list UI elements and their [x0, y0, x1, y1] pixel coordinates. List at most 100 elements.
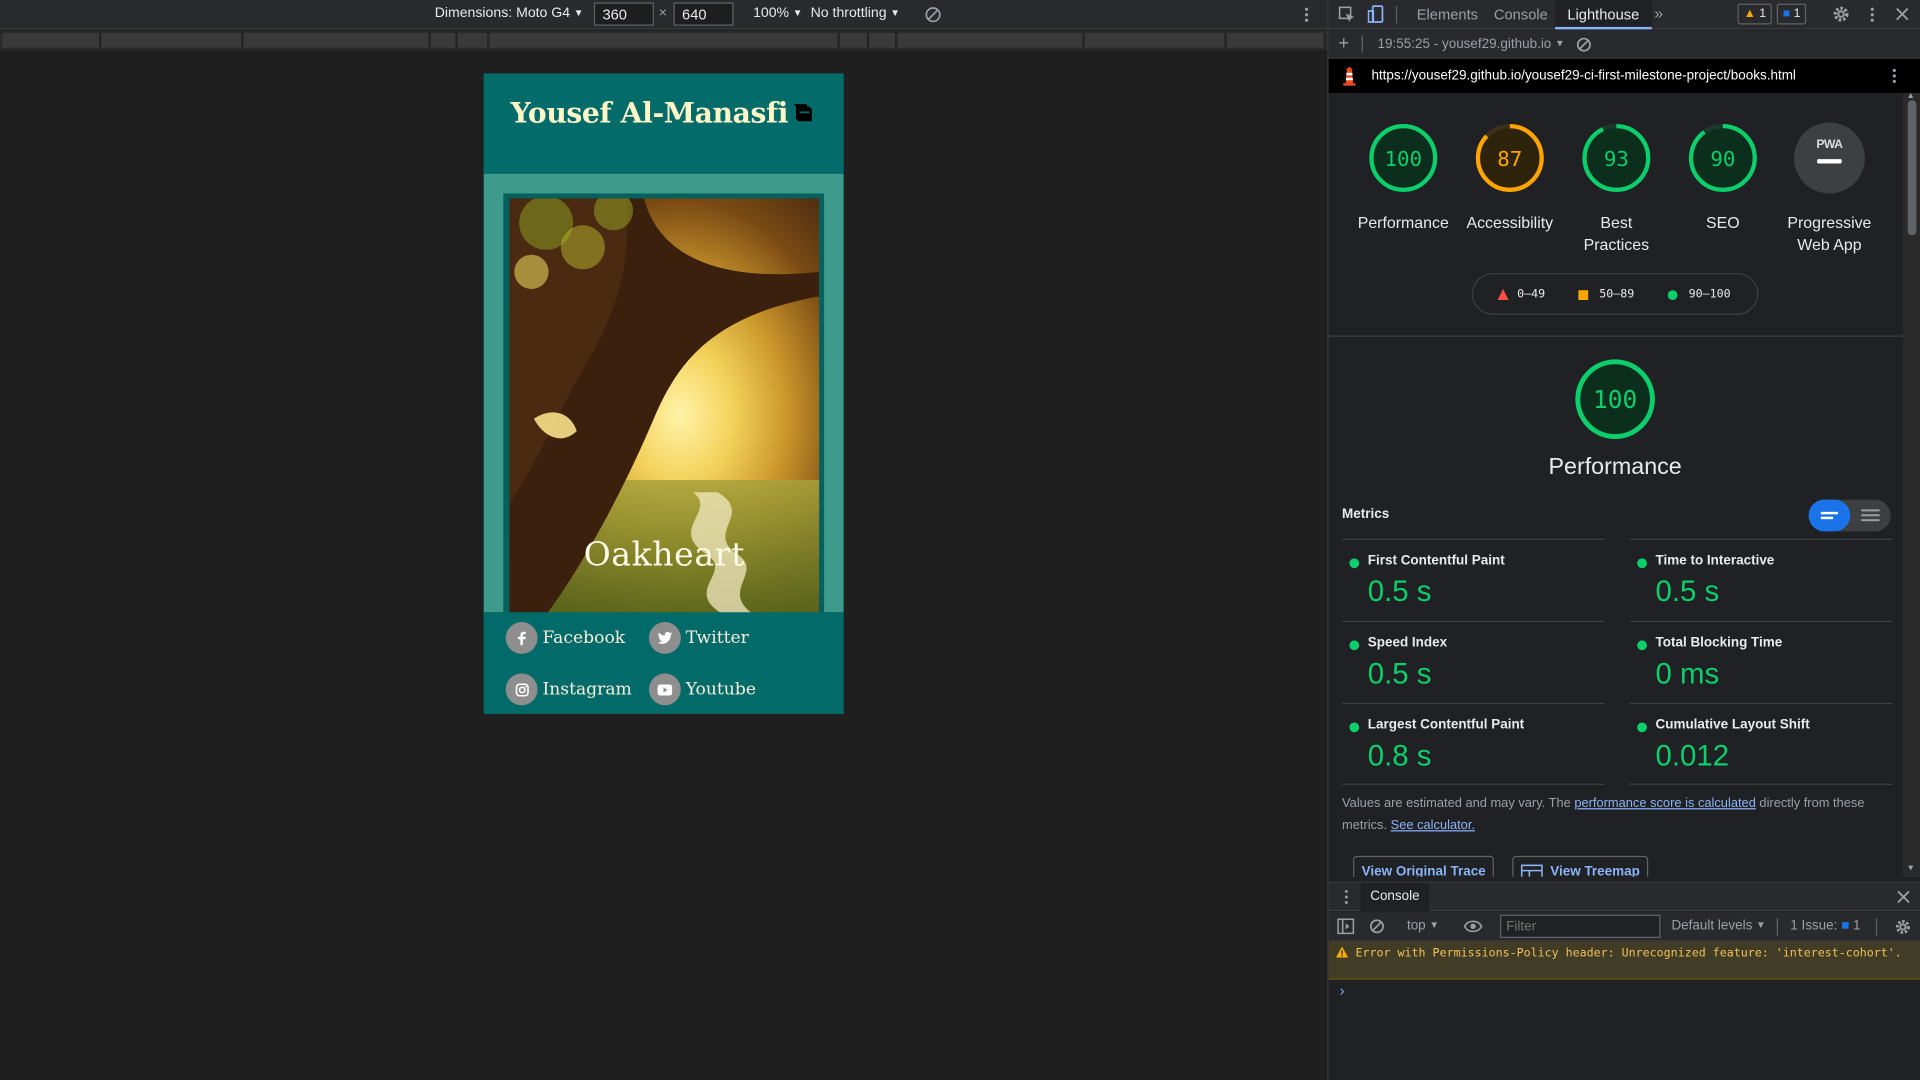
media-query-ruler[interactable]	[0, 30, 1328, 51]
site-brand[interactable]: Yousef Al-Manasfi	[511, 97, 789, 130]
media-query-bar[interactable]	[457, 33, 489, 48]
view-original-trace-button[interactable]: View Original Trace	[1353, 855, 1495, 877]
gauge-seo[interactable]: 90 SEO	[1668, 122, 1778, 233]
rotate-icon[interactable]	[924, 6, 941, 23]
caret-down-icon: ▼	[890, 7, 900, 19]
scroll-up-icon[interactable]: ▲	[1907, 92, 1915, 101]
warnings-badge[interactable]: ▲ 1	[1737, 3, 1773, 25]
scroll-down-icon[interactable]: ▼	[1907, 864, 1915, 873]
show-sidebar-icon[interactable]	[1337, 918, 1355, 935]
metric-value: 0.5 s	[1367, 657, 1432, 691]
svg-text:100: 100	[1384, 147, 1422, 171]
toggle-compact-view[interactable]	[1808, 499, 1851, 532]
height-input[interactable]	[673, 2, 734, 26]
see-calculator-link[interactable]: See calculator.	[1391, 818, 1475, 833]
more-options-icon[interactable]	[1869, 6, 1876, 23]
media-query-bar[interactable]	[101, 33, 243, 48]
live-expression-eye-icon[interactable]	[1463, 920, 1483, 933]
device-toolbar: Dimensions: Moto G4▼ × 100%▼ No throttli…	[0, 0, 1328, 30]
console-drawer: Console top▼ Default levels▼ 1 Issue: ■ …	[1328, 881, 1920, 1080]
performance-gauge-large: 100	[1575, 359, 1655, 439]
gauge-ring: 90	[1688, 123, 1757, 192]
media-query-bar[interactable]	[840, 33, 869, 48]
inspect-element-icon[interactable]	[1338, 6, 1355, 23]
more-options-icon[interactable]	[1303, 6, 1310, 23]
emulated-page: Yousef Al-Manasfi Oakheart Facebook Twit…	[483, 73, 844, 714]
gauge-best-practices[interactable]: 93 Best Practices	[1561, 122, 1671, 255]
separator	[1361, 35, 1363, 53]
device-viewport-area: Dimensions: Moto G4▼ × 100%▼ No throttli…	[0, 0, 1328, 1080]
zoom-selector[interactable]: 100% ▼	[753, 6, 802, 21]
report-menu-icon[interactable]	[1891, 67, 1898, 84]
media-query-bar[interactable]	[1084, 33, 1226, 48]
social-link-instagram[interactable]: Instagram	[505, 673, 632, 706]
metrics-header: Metrics	[1342, 506, 1390, 522]
toggle-expanded-view[interactable]	[1849, 500, 1891, 532]
social-link-facebook[interactable]: Facebook	[505, 622, 626, 654]
warning-text: Error with Permissions-Policy header: Un…	[1355, 946, 1902, 961]
tab-lighthouse[interactable]: Lighthouse	[1555, 0, 1652, 30]
media-query-bar[interactable]	[489, 33, 839, 48]
media-query-bar[interactable]	[243, 33, 430, 48]
clear-reports-icon[interactable]	[1576, 37, 1592, 53]
media-query-bar[interactable]	[869, 33, 897, 48]
gauge-ring: 93	[1582, 123, 1651, 192]
pass-dot-icon	[1637, 558, 1647, 569]
legend-pass: 90–100	[1667, 288, 1731, 301]
separator	[1875, 918, 1878, 936]
console-settings-gear-icon[interactable]	[1894, 918, 1911, 935]
tab-elements[interactable]: Elements	[1405, 0, 1491, 29]
square-icon	[1578, 289, 1589, 300]
book-menu-icon[interactable]	[793, 103, 815, 124]
metric-largest-contentful-paint: Largest Contentful Paint 0.8 s	[1342, 702, 1605, 785]
view-treemap-button[interactable]: View Treemap	[1512, 855, 1649, 877]
social-link-twitter[interactable]: Twitter	[648, 622, 749, 654]
hero-section: Oakheart	[483, 173, 844, 620]
caret-down-icon: ▼	[1755, 919, 1766, 931]
lighthouse-toolbar: + 19:55:25 - yousef29.github.io ▼	[1328, 30, 1920, 59]
settings-gear-icon[interactable]	[1832, 5, 1850, 23]
performance-score-link[interactable]: performance score is calculated	[1574, 796, 1756, 811]
report-scrollbar[interactable]: ▲ ▼	[1902, 92, 1920, 877]
issues-button[interactable]: 1 Issue: ■ 1	[1790, 918, 1860, 933]
gauge-label: Accessibility	[1466, 213, 1554, 232]
metric-time-to-interactive: Time to Interactive 0.5 s	[1629, 538, 1892, 621]
social-link-youtube[interactable]: Youtube	[648, 673, 756, 706]
gauge-accessibility[interactable]: 87 Accessibility	[1455, 122, 1565, 233]
media-query-bar[interactable]	[897, 33, 1084, 48]
scrollbar-thumb[interactable]	[1907, 100, 1917, 236]
metrics-view-toggle[interactable]	[1808, 499, 1891, 532]
metric-name: First Contentful Paint	[1367, 553, 1505, 569]
metric-first-contentful-paint: First Contentful Paint 0.5 s	[1342, 538, 1605, 621]
throttling-selector[interactable]: No throttling ▼	[811, 6, 900, 21]
clear-console-icon[interactable]	[1369, 918, 1385, 934]
drawer-menu-icon[interactable]	[1343, 889, 1349, 905]
more-tabs-icon[interactable]: »	[1654, 4, 1663, 22]
width-input[interactable]	[593, 2, 654, 26]
report-selector[interactable]: 19:55:25 - yousef29.github.io ▼	[1378, 37, 1565, 52]
drawer-tab-console[interactable]: Console	[1360, 882, 1430, 912]
gauge-label: Performance	[1357, 213, 1449, 232]
device-selector[interactable]: Dimensions: Moto G4 ▼	[435, 6, 584, 21]
pass-dot-icon	[1637, 722, 1647, 733]
context-selector[interactable]: top ▼	[1407, 918, 1439, 933]
social-label: Facebook	[542, 628, 626, 648]
report-url[interactable]: https://yousef29.github.io/yousef29-ci-f…	[1371, 69, 1795, 84]
close-devtools-icon[interactable]	[1896, 7, 1909, 21]
messages-badge[interactable]: ■ 1	[1776, 3, 1807, 25]
media-query-bar[interactable]	[2, 33, 101, 48]
gauge-pwa[interactable]: PWA Progressive Web App	[1774, 122, 1884, 255]
book-cover-image[interactable]: Oakheart	[509, 198, 820, 615]
media-query-bar[interactable]	[1226, 33, 1325, 48]
log-levels-selector[interactable]: Default levels ▼	[1671, 918, 1765, 933]
console-prompt[interactable]: ›	[1340, 982, 1345, 999]
close-drawer-icon[interactable]	[1897, 890, 1910, 904]
media-query-bar[interactable]	[431, 33, 457, 48]
tab-console[interactable]: Console	[1482, 0, 1560, 29]
pass-dot-icon	[1349, 558, 1360, 569]
gauge-performance[interactable]: 100 Performance	[1348, 122, 1458, 233]
metrics-note: Values are estimated and may vary. The p…	[1342, 795, 1865, 833]
device-toolbar-toggle-icon[interactable]	[1367, 5, 1385, 25]
new-report-icon[interactable]: +	[1338, 33, 1349, 54]
console-filter-input[interactable]	[1500, 914, 1661, 938]
